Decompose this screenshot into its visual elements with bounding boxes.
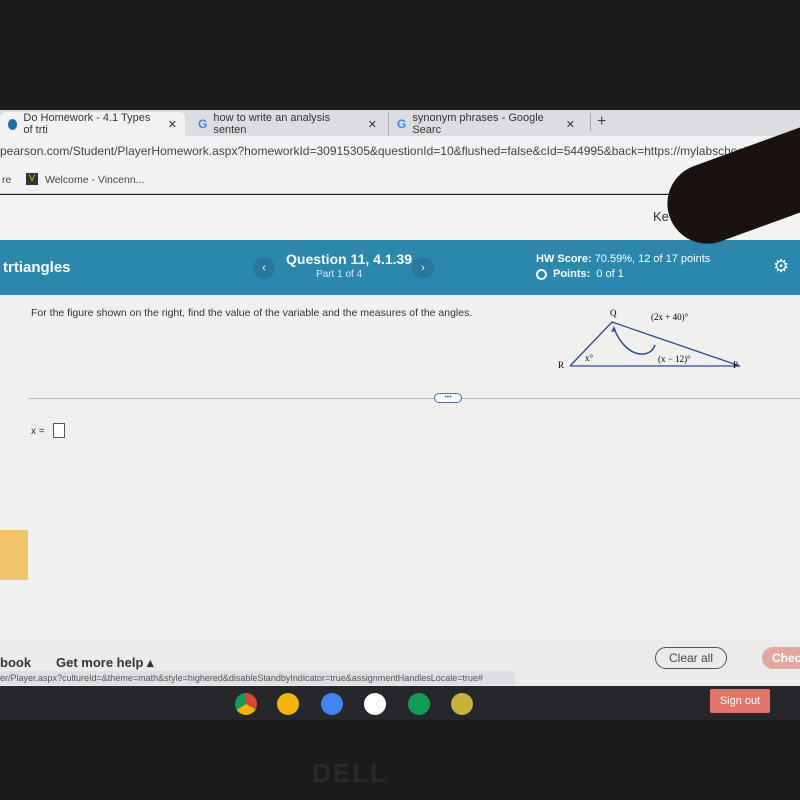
close-icon[interactable]: ✕ (368, 118, 377, 131)
close-icon[interactable]: ✕ (168, 118, 177, 131)
hw-score: HW Score: 70.59%, 12 of 17 points (536, 253, 710, 265)
new-tab-button[interactable]: + (590, 113, 606, 131)
vertex-p: P (733, 360, 738, 370)
classroom-icon[interactable] (451, 693, 473, 715)
bookmark-welcome[interactable]: Welcome - Vincenn... (45, 174, 144, 186)
clear-all-button[interactable]: Clear all (655, 647, 727, 669)
status-url: er/Player.aspx?cultureId=&theme=math&sty… (0, 671, 515, 685)
points-value: 0 of 1 (596, 268, 624, 280)
drive-icon[interactable] (364, 693, 386, 715)
assignment-title: trtiangles (3, 259, 71, 276)
os-shelf (0, 686, 800, 720)
dell-logo: DELL (312, 758, 388, 788)
vertex-q: Q (610, 308, 617, 318)
address-bar[interactable]: pearson.com/Student/PlayerHomework.aspx?… (0, 136, 800, 166)
angle-q-label: (2x + 40)° (651, 312, 689, 322)
tab-label: how to write an analysis senten (213, 112, 331, 136)
google-icon: G (397, 117, 407, 131)
vincennes-icon: V (26, 173, 38, 185)
gear-icon[interactable]: ⚙ (773, 256, 789, 277)
vertex-r: R (558, 360, 564, 370)
divider (28, 398, 800, 399)
tab-label: synonym phrases - Google Searc (412, 112, 544, 136)
answer-input[interactable] (53, 423, 65, 438)
previous-question-button[interactable]: ‹ (253, 257, 275, 279)
tab-analysis[interactable]: G how to write an analysis senten ✕ (190, 112, 385, 136)
next-question-button[interactable]: › (412, 257, 434, 279)
angle-r-label: x° (585, 353, 594, 363)
tab-synonym[interactable]: G synonym phrases - Google Searc ✕ (388, 112, 583, 136)
check-answer-button[interactable]: Chec (762, 647, 800, 669)
textbook-link[interactable]: book (0, 655, 31, 670)
get-more-help-button[interactable]: Get more help ▴ (56, 655, 154, 671)
bookmark[interactable]: re (2, 174, 11, 186)
docs-icon[interactable] (321, 693, 343, 715)
pearson-icon (8, 118, 18, 130)
status-circle-icon (536, 268, 547, 280)
question-part: Part 1 of 4 (316, 269, 363, 280)
sheets-icon[interactable] (408, 693, 430, 715)
points-label: Points: (553, 268, 591, 280)
pane-resize-handle[interactable]: ••• (434, 393, 462, 403)
question-header: trtiangles ‹ Question 11, 4.1.39 Part 1 … (0, 240, 800, 295)
header-link[interactable]: Ke (653, 209, 669, 224)
footer-bar: book Get more help ▴ Clear all Chec er/P… (0, 640, 800, 686)
close-icon[interactable]: ✕ (566, 118, 575, 131)
points: Points: 0 of 1 (536, 268, 624, 280)
question-title: Question 11, 4.1.39 (286, 251, 413, 267)
triangle-figure: Q R P (2x + 40)° x° (x − 12)° (558, 308, 741, 370)
tab-label: Do Homework - 4.1 Types of trti (23, 112, 151, 136)
chrome-icon[interactable] (235, 693, 257, 715)
sign-out-button[interactable]: Sign out (710, 689, 770, 713)
google-icon: G (198, 117, 208, 131)
question-prompt: For the figure shown on the right, find … (31, 307, 473, 319)
angle-p-label: (x − 12)° (658, 354, 691, 364)
question-pane: For the figure shown on the right, find … (0, 295, 800, 640)
url-text: pearson.com/Student/PlayerHomework.aspx?… (0, 144, 747, 158)
hw-score-value: 70.59%, 12 of 17 points (594, 253, 711, 265)
tab-homework[interactable]: Do Homework - 4.1 Types of trti ✕ (0, 112, 185, 136)
tab-strip: Do Homework - 4.1 Types of trti ✕ G how … (0, 110, 800, 136)
side-tab[interactable] (0, 530, 28, 580)
hw-score-label: HW Score: (536, 253, 592, 265)
slides-icon[interactable] (277, 693, 299, 715)
answer-label: x = (31, 426, 45, 437)
